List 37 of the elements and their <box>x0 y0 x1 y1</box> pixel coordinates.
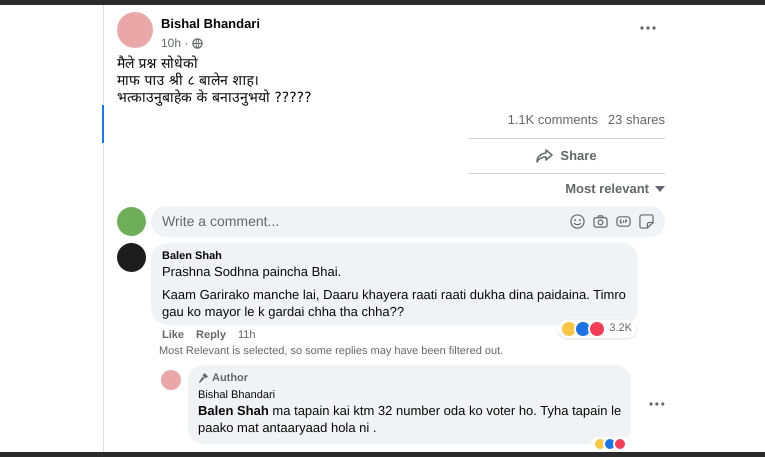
author-name[interactable]: Bishal Bhandari <box>161 16 632 31</box>
comment-time[interactable]: 11h <box>238 326 256 343</box>
avatar <box>161 370 181 390</box>
post-text: मैले प्रश्न सोधेको <box>117 56 199 72</box>
sticker-icon[interactable] <box>639 214 654 228</box>
comment-text: Prashna Sodhna paincha Bhai. <box>162 262 342 280</box>
commenter-name[interactable]: Bishal Bhandari <box>198 389 622 402</box>
smiley-icon[interactable] <box>570 214 585 228</box>
camera-icon[interactable] <box>593 214 608 228</box>
globe-icon <box>192 38 204 48</box>
post-text: माफ पाउ श्री ८ बालेन शाह। <box>117 73 260 90</box>
post-text: भत्काउनुबाहेक के बनाउनुभयो ????? <box>117 90 313 107</box>
comment-text-input[interactable]: Write a comment... <box>162 210 570 232</box>
shares-count[interactable]: 23 shares <box>608 110 665 130</box>
share-button[interactable]: Share <box>468 138 665 172</box>
comment-input[interactable]: Write a comment... <box>151 206 665 236</box>
comments-count[interactable]: 1.1K comments <box>508 110 598 130</box>
share-arrow-icon <box>536 148 554 164</box>
comment-text: Kaam Garirako manche lai, Daaru khayera raati raati dukha dina paidaina. Timro gau ko mayor le k gardai chha tha chha?? <box>162 286 627 320</box>
caret-icon <box>655 186 665 192</box>
author-label: Author <box>212 370 248 386</box>
sort-dropdown[interactable]: Most relevant <box>565 174 665 204</box>
reaction-summary[interactable]: 3.2K <box>558 320 636 338</box>
more-options-icon[interactable] <box>649 402 665 406</box>
filter-notice: Most Relevant is selected, so some replies may have been filtered out. <box>159 344 504 359</box>
more-options-icon[interactable] <box>640 26 656 30</box>
microphone-icon <box>198 372 209 384</box>
comment-action-link[interactable]: Reply <box>196 326 226 343</box>
gif-icon[interactable] <box>616 214 631 228</box>
mention-link[interactable]: Balen Shah <box>198 403 269 418</box>
post-time[interactable]: 10h · <box>161 34 188 52</box>
avatar <box>117 206 146 236</box>
avatar <box>117 12 153 48</box>
commenter-name[interactable]: Balen Shah <box>162 250 627 262</box>
reply-text: Balen Shah ma tapain kai ktm 32 number oda ko voter ho. Tyha tapain le paako mat antaaryaad hola ni . <box>198 402 622 436</box>
avatar <box>117 242 146 272</box>
comment-action-link[interactable]: Like <box>162 326 184 343</box>
